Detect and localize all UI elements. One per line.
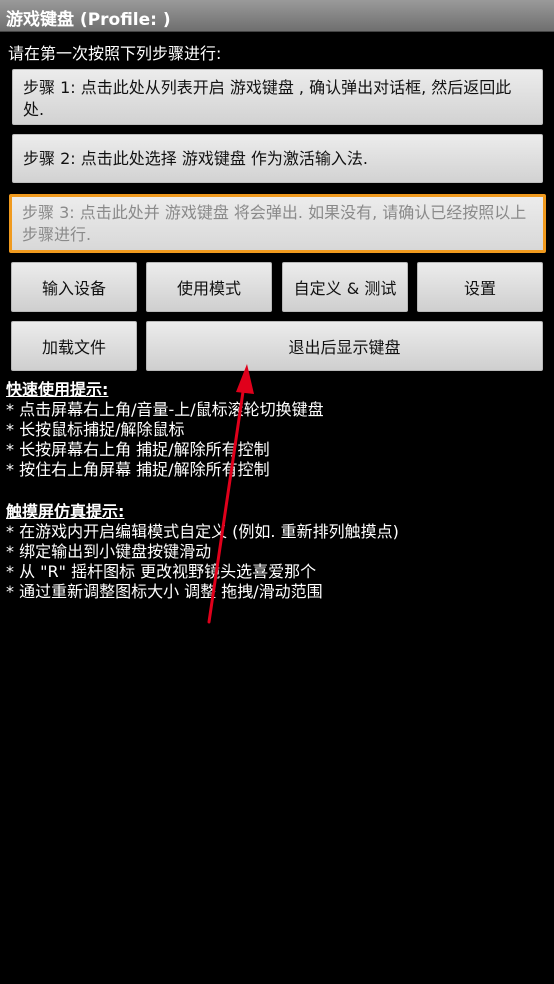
annotation-arrow-icon [207,364,254,624]
